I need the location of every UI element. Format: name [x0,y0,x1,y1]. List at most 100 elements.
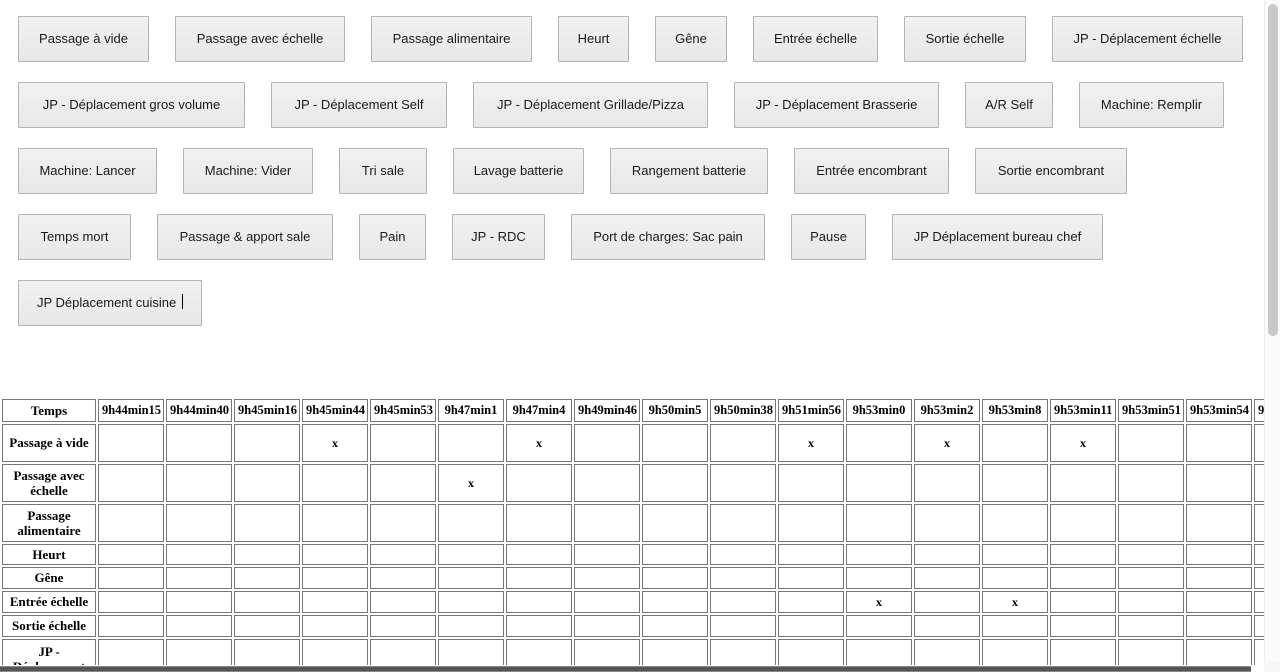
table-cell[interactable] [1118,567,1184,589]
table-cell[interactable]: x [1254,614,1264,637]
table-cell[interactable] [438,590,504,613]
table-cell[interactable] [166,464,232,502]
table-cell[interactable]: x [302,424,368,462]
btn-jp-deplacement-echelle[interactable]: JP - Déplacement échelle [1052,16,1243,62]
btn-jp-rdc[interactable]: JP - RDC [452,214,545,260]
table-cell[interactable] [302,544,368,566]
table-cell[interactable] [1118,464,1184,502]
btn-entree-encombrant[interactable]: Entrée encombrant [794,148,949,194]
table-cell[interactable] [1186,504,1252,542]
table-cell[interactable] [166,614,232,637]
table-cell[interactable]: x [778,424,844,462]
table-cell[interactable] [982,464,1048,502]
btn-jp-deplacement-self[interactable]: JP - Déplacement Self [271,82,447,128]
table-cell[interactable] [438,614,504,637]
table-cell[interactable] [370,544,436,566]
table-cell[interactable] [846,504,912,542]
table-cell[interactable] [642,590,708,613]
horizontal-scrollbar[interactable] [0,665,1264,672]
table-cell[interactable] [506,614,572,637]
table-cell[interactable]: x [506,424,572,462]
table-cell[interactable] [506,504,572,542]
btn-machine-vider[interactable]: Machine: Vider [183,148,313,194]
table-cell[interactable] [234,590,300,613]
table-cell[interactable] [982,544,1048,566]
table-cell[interactable] [166,504,232,542]
table-cell[interactable] [234,567,300,589]
table-cell[interactable] [506,464,572,502]
table-cell[interactable] [778,464,844,502]
table-cell[interactable] [1186,464,1252,502]
btn-sortie-encombrant[interactable]: Sortie encombrant [975,148,1127,194]
table-cell[interactable] [1118,504,1184,542]
btn-lavage-batterie[interactable]: Lavage batterie [453,148,584,194]
table-cell[interactable] [982,614,1048,637]
table-cell[interactable] [166,590,232,613]
table-cell[interactable] [778,544,844,566]
table-cell[interactable] [370,590,436,613]
table-cell[interactable] [1050,590,1116,613]
table-cell[interactable] [846,567,912,589]
table-cell[interactable] [98,614,164,637]
table-cell[interactable] [370,614,436,637]
table-cell[interactable] [98,590,164,613]
table-cell[interactable] [642,614,708,637]
table-cell[interactable] [1254,504,1264,542]
table-cell[interactable] [778,614,844,637]
table-cell[interactable] [438,544,504,566]
table-cell[interactable] [302,590,368,613]
table-cell[interactable] [1050,464,1116,502]
btn-machine-remplir[interactable]: Machine: Remplir [1079,82,1224,128]
table-cell[interactable] [642,567,708,589]
table-cell[interactable] [1254,544,1264,566]
observation-table-container[interactable]: Temps 9h44min15 9h44min40 9h45min16 9h45min4… [0,397,1264,672]
table-cell[interactable] [1186,614,1252,637]
table-cell[interactable] [642,544,708,566]
btn-ar-self[interactable]: A/R Self [965,82,1053,128]
table-cell[interactable] [1254,464,1264,502]
table-cell[interactable] [710,544,776,566]
table-cell[interactable] [846,614,912,637]
table-cell[interactable] [642,424,708,462]
table-cell[interactable] [914,590,980,613]
table-cell[interactable] [914,544,980,566]
btn-port-de-charges-sac-pain[interactable]: Port de charges: Sac pain [571,214,765,260]
table-cell[interactable] [166,544,232,566]
table-cell[interactable] [234,424,300,462]
vertical-scrollbar[interactable] [1264,0,1280,672]
table-cell[interactable] [1118,614,1184,637]
table-cell[interactable] [1186,544,1252,566]
table-cell[interactable] [1254,424,1264,462]
btn-passage-apport-sale[interactable]: Passage & apport sale [157,214,333,260]
btn-jp-deplacement-cuisine[interactable]: JP Déplacement cuisine [18,280,202,326]
table-cell[interactable] [710,567,776,589]
table-cell[interactable] [1118,544,1184,566]
table-cell[interactable] [302,614,368,637]
table-cell[interactable] [914,464,980,502]
table-cell[interactable] [1186,590,1252,613]
table-cell[interactable] [302,464,368,502]
table-cell[interactable] [1118,590,1184,613]
table-cell[interactable] [370,504,436,542]
btn-jp-deplacement-bureau-chef[interactable]: JP Déplacement bureau chef [892,214,1103,260]
table-cell[interactable] [1254,567,1264,589]
btn-tri-sale[interactable]: Tri sale [339,148,427,194]
table-cell[interactable] [370,464,436,502]
btn-machine-lancer[interactable]: Machine: Lancer [18,148,157,194]
btn-heurt[interactable]: Heurt [558,16,629,62]
btn-passage-alimentaire[interactable]: Passage alimentaire [371,16,532,62]
btn-passage-avec-echelle[interactable]: Passage avec échelle [175,16,345,62]
btn-rangement-batterie[interactable]: Rangement batterie [610,148,768,194]
table-cell[interactable] [642,464,708,502]
table-cell[interactable] [98,464,164,502]
table-cell[interactable] [846,544,912,566]
table-cell[interactable] [506,544,572,566]
table-cell[interactable] [574,424,640,462]
table-cell[interactable] [370,424,436,462]
table-cell[interactable] [1050,544,1116,566]
table-cell[interactable] [914,504,980,542]
table-cell[interactable] [1050,614,1116,637]
table-cell[interactable] [1050,504,1116,542]
table-cell[interactable] [710,590,776,613]
horizontal-scrollbar-thumb[interactable] [0,666,1251,672]
